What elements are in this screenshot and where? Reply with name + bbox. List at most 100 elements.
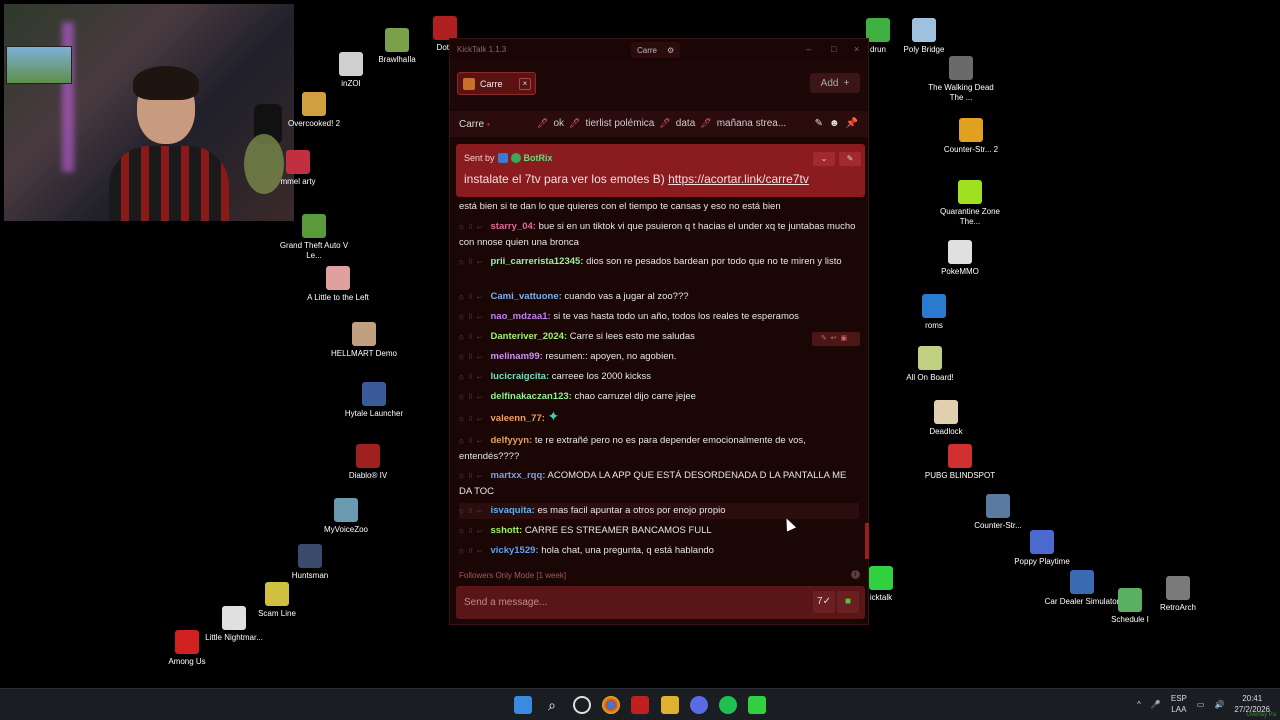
chat-message[interactable]: ⦸▯↩ prii_carrerista12345: dios son re pes…	[459, 254, 859, 270]
desktop-icon[interactable]: Quarantine Zone The...	[930, 180, 1010, 227]
close-tab-icon[interactable]: ×	[519, 77, 531, 90]
mod-actions-icon[interactable]: ⦸▯↩	[459, 220, 487, 235]
mod-actions-icon[interactable]: ⦸▯↩	[459, 310, 487, 325]
desktop-icon[interactable]: Poppy Playtime	[1002, 530, 1082, 567]
desktop-icon[interactable]: The Walking Dead The ...	[921, 56, 1001, 103]
mod-actions-icon[interactable]: ⦸▯↩	[459, 504, 487, 519]
mod-actions-icon[interactable]: ⦸▯↩	[459, 350, 487, 365]
chat-message[interactable]: ⦸▯↩ nao_mdzaa1: si te vas hasta todo un a…	[459, 309, 859, 325]
chat-username[interactable]: lucicraigcita:	[491, 371, 550, 382]
desktop-icon[interactable]: Hytale Launcher	[334, 382, 414, 419]
pinned-topic[interactable]: tierlist polémica	[585, 118, 654, 129]
chat-username[interactable]: vicky1529:	[491, 545, 539, 556]
chevron-down-icon[interactable]: ⌄	[813, 152, 835, 166]
mod-actions-icon[interactable]: ⦸▯↩	[459, 524, 487, 539]
emote-picker-icon[interactable]: ■	[837, 591, 859, 613]
chat-username[interactable]: delfyyyn:	[491, 435, 533, 446]
mod-actions-icon[interactable]: ⦸▯↩	[459, 330, 487, 345]
tab-carre[interactable]: Carre ×	[457, 72, 536, 95]
desktop-icon[interactable]: Huntsman	[270, 544, 350, 581]
chat-username[interactable]: Danteriver_2024:	[491, 331, 568, 342]
mod-actions-icon[interactable]: ⦸▯↩	[459, 290, 487, 305]
pinned-topic[interactable]: mañana strea...	[717, 118, 786, 129]
user-icon[interactable]: ☻	[829, 118, 840, 129]
chat-username[interactable]: prii_carrerista12345:	[491, 256, 584, 267]
folder-icon[interactable]	[661, 696, 679, 714]
desktop-icon[interactable]: roms	[894, 294, 974, 331]
chat-username[interactable]: starry_04:	[491, 221, 536, 232]
info-icon[interactable]: i	[851, 570, 860, 579]
chat-message[interactable]: ⦸▯↩ sshott: CARRE ES STREAMER BANCAMOS FU…	[459, 523, 859, 539]
desktop-icon[interactable]: Among Us	[147, 630, 227, 667]
chat-username[interactable]: melinam99:	[491, 351, 543, 362]
chat-message[interactable]: ⦸▯↩ starry_04: bue si en un tiktok vi que…	[459, 219, 859, 250]
chat-username[interactable]: valeenn_77:	[491, 413, 545, 424]
chat-username[interactable]: nao_mdzaa1:	[491, 311, 551, 322]
language-indicator[interactable]: ESP LAA	[1171, 693, 1187, 715]
network-icon[interactable]: ▭	[1197, 700, 1205, 709]
chat-username[interactable]: isvaquita:	[491, 505, 535, 516]
chat-message[interactable]: ⦸▯↩ delfyyyn: te re extrañé pero no es pa…	[459, 433, 859, 464]
mod-actions-icon[interactable]: ⦸▯↩	[459, 469, 487, 484]
obs-icon[interactable]	[573, 696, 591, 714]
chat-message[interactable]: está bien si te dan lo que quieres con e…	[459, 200, 859, 214]
volume-icon[interactable]: 🔊	[1214, 700, 1224, 709]
minimize-button[interactable]: –	[806, 44, 811, 54]
spotify-icon[interactable]	[719, 696, 737, 714]
chat-message[interactable]: ⦸▯↩ isvaquita: es mas facil apuntar a otr…	[459, 503, 859, 519]
pinned-topic[interactable]: ok	[553, 118, 564, 129]
microphone-icon[interactable]: 🎤	[1151, 700, 1161, 709]
chat-message[interactable]: ⦸▯↩ delfinakaczan123: chao carruzel dijo …	[459, 389, 859, 405]
desktop-icon[interactable]: Grand Theft Auto V Le...	[274, 214, 354, 261]
pinned-link[interactable]: https://acortar.link/carre7tv	[668, 172, 809, 186]
chat-message[interactable]: ⦸▯↩ valeenn_77: ✦	[459, 409, 859, 427]
chat-username[interactable]: martxx_rqq:	[491, 470, 546, 481]
desktop-icon[interactable]: Counter-Str...	[958, 494, 1038, 531]
add-channel-button[interactable]: Add +	[810, 73, 860, 93]
chat-username[interactable]: delfinakaczan123:	[491, 391, 572, 402]
chat-username[interactable]: sshott:	[491, 525, 523, 536]
desktop-icon[interactable]: PUBG BLINDSPOT	[920, 444, 1000, 481]
chat-message[interactable]: ⦸▯↩ lucicraigcita: carreee los 2000 kicks…	[459, 369, 859, 385]
channel-pill[interactable]: Carre ⚙	[631, 42, 681, 58]
title-bar[interactable]: KickTalk 1.1.3 Carre ⚙ – □ ×	[450, 39, 868, 61]
desktop-icon[interactable]: inZOI	[311, 52, 391, 89]
mod-actions-icon[interactable]: ⦸▯↩	[459, 412, 487, 427]
maximize-button[interactable]: □	[831, 44, 836, 54]
chat-message[interactable]: ⦸▯↩ Danteriver_2024: Carre si lees esto m…	[459, 329, 859, 345]
chevron-up-icon[interactable]: ^	[1137, 700, 1141, 709]
kicktalk-taskbar-icon[interactable]	[748, 696, 766, 714]
chat-message[interactable]: ⦸▯↩ melinam99: resumen:: apoyen, no agobi…	[459, 349, 859, 365]
desktop-icon[interactable]: PokeMMO	[920, 240, 1000, 277]
desktop-icon[interactable]: Poly Bridge	[884, 18, 964, 55]
message-input[interactable]	[464, 594, 794, 611]
mod-actions-icon[interactable]: ⦸▯↩	[459, 434, 487, 449]
desktop-icon[interactable]: Deadlock	[906, 400, 986, 437]
desktop-icon[interactable]: A Little to the Left	[298, 266, 378, 303]
start-icon[interactable]	[514, 696, 532, 714]
7tv-emote-icon[interactable]: 7✓	[813, 591, 835, 613]
desktop-icon[interactable]: Counter-Str... 2	[931, 118, 1011, 155]
desktop-icon[interactable]: mmel arty	[258, 150, 338, 187]
mentions-icon[interactable]: ✎	[815, 118, 823, 129]
mod-actions-icon[interactable]: ⦸▯↩	[459, 544, 487, 559]
desktop-icon[interactable]: Diablo® IV	[328, 444, 408, 481]
pinned-topic[interactable]: data	[676, 118, 695, 129]
unpin-icon[interactable]: ✎	[839, 152, 861, 166]
chat-message[interactable]: ⦸▯↩ martxx_rqq: ACOMODA LA APP QUE ESTÁ D…	[459, 468, 859, 499]
mod-actions-icon[interactable]: ⦸▯↩	[459, 370, 487, 385]
chrome-icon[interactable]	[602, 696, 620, 714]
desktop-icon[interactable]: MyVoiceZoo	[306, 498, 386, 535]
discord-icon[interactable]	[690, 696, 708, 714]
chat-message[interactable]: ⦸▯↩ vicky1529: hola chat, una pregunta, q…	[459, 543, 859, 559]
pin-toggle-icon[interactable]: 📌	[846, 118, 858, 129]
channel-name[interactable]: Carre	[459, 119, 484, 130]
desktop-icon[interactable]: RetroArch	[1138, 576, 1218, 613]
chat-message[interactable]: ⦸▯↩ Cami_vattuone: cuando vas a jugar al …	[459, 289, 859, 305]
desktop-icon[interactable]: HELLMART Demo	[324, 322, 404, 359]
gear-icon[interactable]: ⚙	[667, 46, 674, 55]
mod-actions-icon[interactable]: ⦸▯↩	[459, 390, 487, 405]
close-window-button[interactable]: ×	[854, 44, 859, 54]
scrollbar[interactable]	[865, 523, 869, 559]
news-icon[interactable]	[631, 696, 649, 714]
